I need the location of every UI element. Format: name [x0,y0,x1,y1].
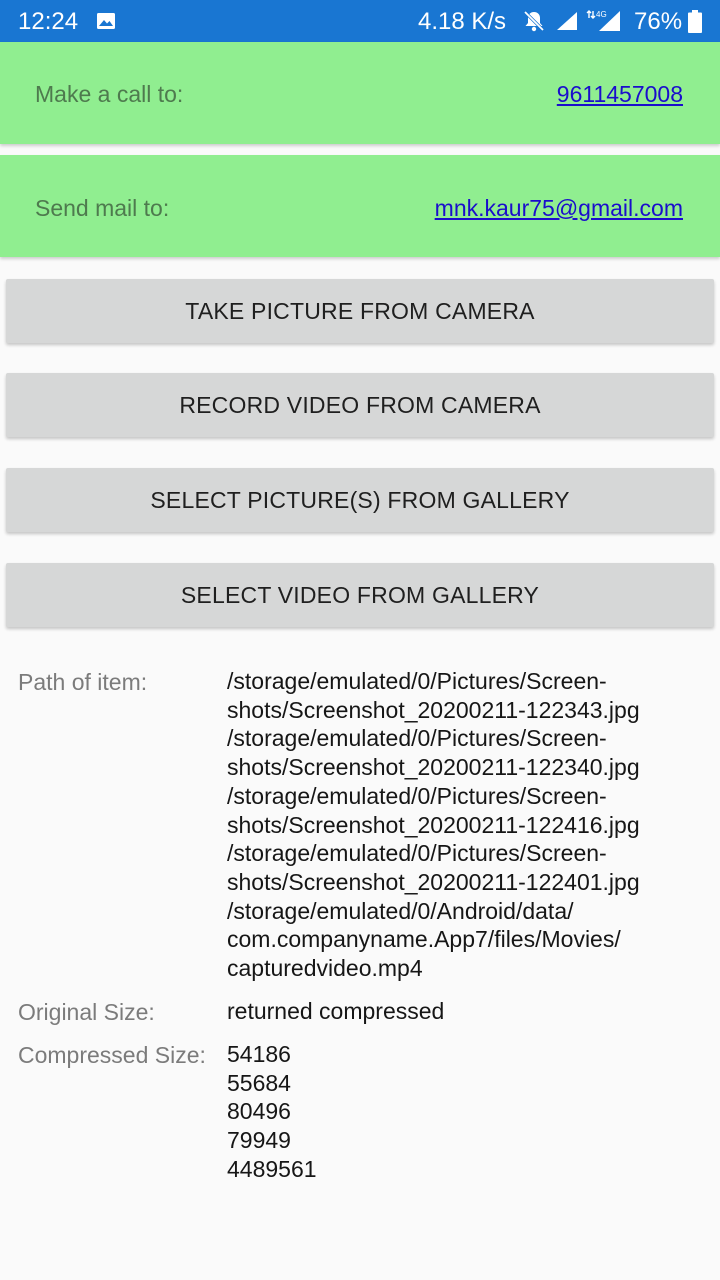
path-line: shots/Screenshot_20200211-122343.jpg [227,696,640,723]
image-icon [97,13,115,29]
path-line: shots/Screenshot_20200211-122340.jpg [227,754,640,781]
path-label: Path of item: [18,669,148,695]
path-value: /storage/emulated/0/Pictures/Screen- sho… [227,667,640,983]
compressed-size-line: 80496 [227,1098,291,1125]
original-size-value: returned compressed [227,997,444,1026]
path-line: com.companyname.App7/files/Movies/ [227,926,621,953]
path-line: capturedvideo.mp4 [227,955,423,982]
compressed-size-line: 54186 [227,1041,291,1067]
mail-card: Send mail to: mnk.kaur75@gmail.com [0,155,720,257]
signal-icon [557,12,577,30]
path-line: shots/Screenshot_20200211-122416.jpg [227,811,640,838]
original-size-text: returned compressed [227,998,445,1024]
battery-percent: 76% [634,8,683,35]
status-bar: 12:24 4.18 K/s 4G 76% [0,0,720,42]
signal-4g-icon: 4G [586,10,620,31]
compressed-size-line: 79949 [227,1127,291,1154]
svg-text:4G: 4G [596,10,607,19]
path-line: /storage/emulated/0/Pictures/Screen- [227,725,607,752]
mail-label: Send mail to: [35,195,170,221]
battery-icon [688,10,702,33]
compressed-size-value: 54186 55684 80496 79949 4489561 [227,1040,317,1184]
mute-icon [523,10,545,32]
record-video-button[interactable]: RECORD VIDEO FROM CAMERA [6,373,714,437]
network-speed: 4.18 K/s [418,8,507,35]
path-line: /storage/emulated/0/Pictures/Screen- [227,668,607,694]
path-line: /storage/emulated/0/Pictures/Screen- [227,782,607,809]
email-link[interactable]: mnk.kaur75@gmail.com [435,195,683,222]
compressed-size-line: 55684 [227,1069,291,1096]
select-video-button[interactable]: SELECT VIDEO FROM GALLERY [6,563,714,627]
compressed-size-line: 4489561 [227,1155,317,1182]
call-label: Make a call to: [35,81,184,107]
original-size-label: Original Size: [18,999,155,1025]
compressed-size-label: Compressed Size: [18,1042,206,1068]
path-line: shots/Screenshot_20200211-122401.jpg [227,868,640,895]
status-time: 12:24 [18,8,79,35]
take-picture-button[interactable]: TAKE PICTURE FROM CAMERA [6,279,714,343]
select-pictures-button[interactable]: SELECT PICTURE(S) FROM GALLERY [6,468,714,532]
path-line: /storage/emulated/0/Pictures/Screen- [227,840,607,867]
path-line: /storage/emulated/0/Android/data/ [227,897,574,924]
call-card: Make a call to: 9611457008 [0,42,720,144]
phone-link[interactable]: 9611457008 [557,81,683,108]
